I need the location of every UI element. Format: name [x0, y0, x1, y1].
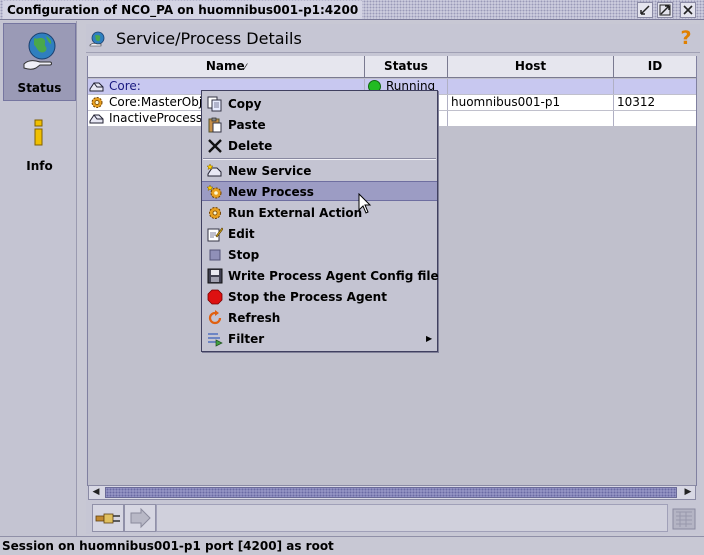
row-host [448, 111, 614, 126]
globe-hand-icon [22, 30, 58, 72]
filter-icon [207, 331, 223, 347]
nav-item-info[interactable]: Info [3, 116, 76, 176]
menu-item-filter[interactable]: Filter ▶ [202, 329, 437, 349]
stop-sign-icon [207, 289, 223, 305]
connect-button[interactable] [92, 504, 124, 532]
menu-item-delete[interactable]: Delete [202, 136, 437, 156]
copy-icon [207, 96, 223, 112]
column-header-id[interactable]: ID [614, 56, 696, 78]
edit-icon [207, 226, 224, 242]
menu-item-paste[interactable]: Paste [202, 115, 437, 135]
paste-icon [207, 117, 223, 133]
mouse-pointer-icon [358, 192, 372, 215]
menu-item-new-service[interactable]: New Service [202, 161, 437, 181]
nav-item-status[interactable]: Status [3, 23, 76, 101]
minimize-icon[interactable] [637, 2, 653, 18]
row-id: 10312 [617, 95, 656, 109]
menu-item-stop-process-agent[interactable]: Stop the Process Agent [202, 287, 437, 307]
service-icon [89, 111, 105, 126]
column-header-status[interactable]: Status [365, 56, 448, 78]
save-icon [207, 268, 223, 284]
scrollbar-thumb[interactable] [105, 487, 677, 498]
resize-grip-icon[interactable] [670, 504, 698, 532]
delete-icon [207, 138, 223, 154]
stop-icon [207, 247, 223, 263]
execute-button[interactable] [124, 504, 156, 532]
globe-icon [89, 31, 105, 47]
menu-item-edit[interactable]: Edit [202, 224, 437, 244]
gear-icon [89, 95, 105, 110]
row-id [614, 79, 696, 94]
nav-label-status: Status [17, 81, 62, 95]
close-icon[interactable] [680, 2, 696, 18]
arrow-icon [130, 507, 151, 529]
menu-item-run-external-action[interactable]: Run External Action [202, 203, 437, 223]
sort-indicator-icon: ⁄ [244, 63, 247, 73]
menu-item-stop[interactable]: Stop [202, 245, 437, 265]
refresh-icon [207, 310, 223, 326]
column-header-name[interactable]: Name⁄ [88, 56, 365, 78]
maximize-icon[interactable] [657, 2, 673, 18]
menu-item-copy[interactable]: Copy [202, 94, 437, 114]
row-host: huomnibus001-p1 [448, 95, 614, 110]
scroll-left-icon[interactable]: ◀ [89, 486, 103, 499]
service-icon [89, 79, 105, 94]
info-icon [30, 119, 48, 147]
menu-item-refresh[interactable]: Refresh [202, 308, 437, 328]
gear-icon [207, 205, 223, 221]
window-title: Configuration of NCO_PA on huomnibus001-… [3, 1, 363, 19]
nav-label-info: Info [26, 159, 53, 173]
menu-item-write-config[interactable]: Write Process Agent Config file [202, 266, 439, 286]
submenu-arrow-icon: ▶ [426, 334, 433, 343]
toolbar-field [156, 504, 668, 532]
new-service-icon [206, 163, 223, 179]
help-icon[interactable]: ? [677, 28, 695, 48]
row-host [448, 79, 614, 94]
status-bar: Session on huomnibus001-p1 port [4200] a… [0, 536, 704, 555]
plug-icon [95, 513, 120, 524]
panel-title: Service/Process Details [116, 29, 302, 48]
column-header-host[interactable]: Host [448, 56, 614, 78]
new-process-icon [206, 184, 223, 200]
menu-item-new-process[interactable]: New Process [202, 181, 437, 201]
scroll-right-icon[interactable]: ▶ [681, 486, 695, 499]
menu-separator [203, 158, 436, 160]
row-id [614, 111, 696, 126]
